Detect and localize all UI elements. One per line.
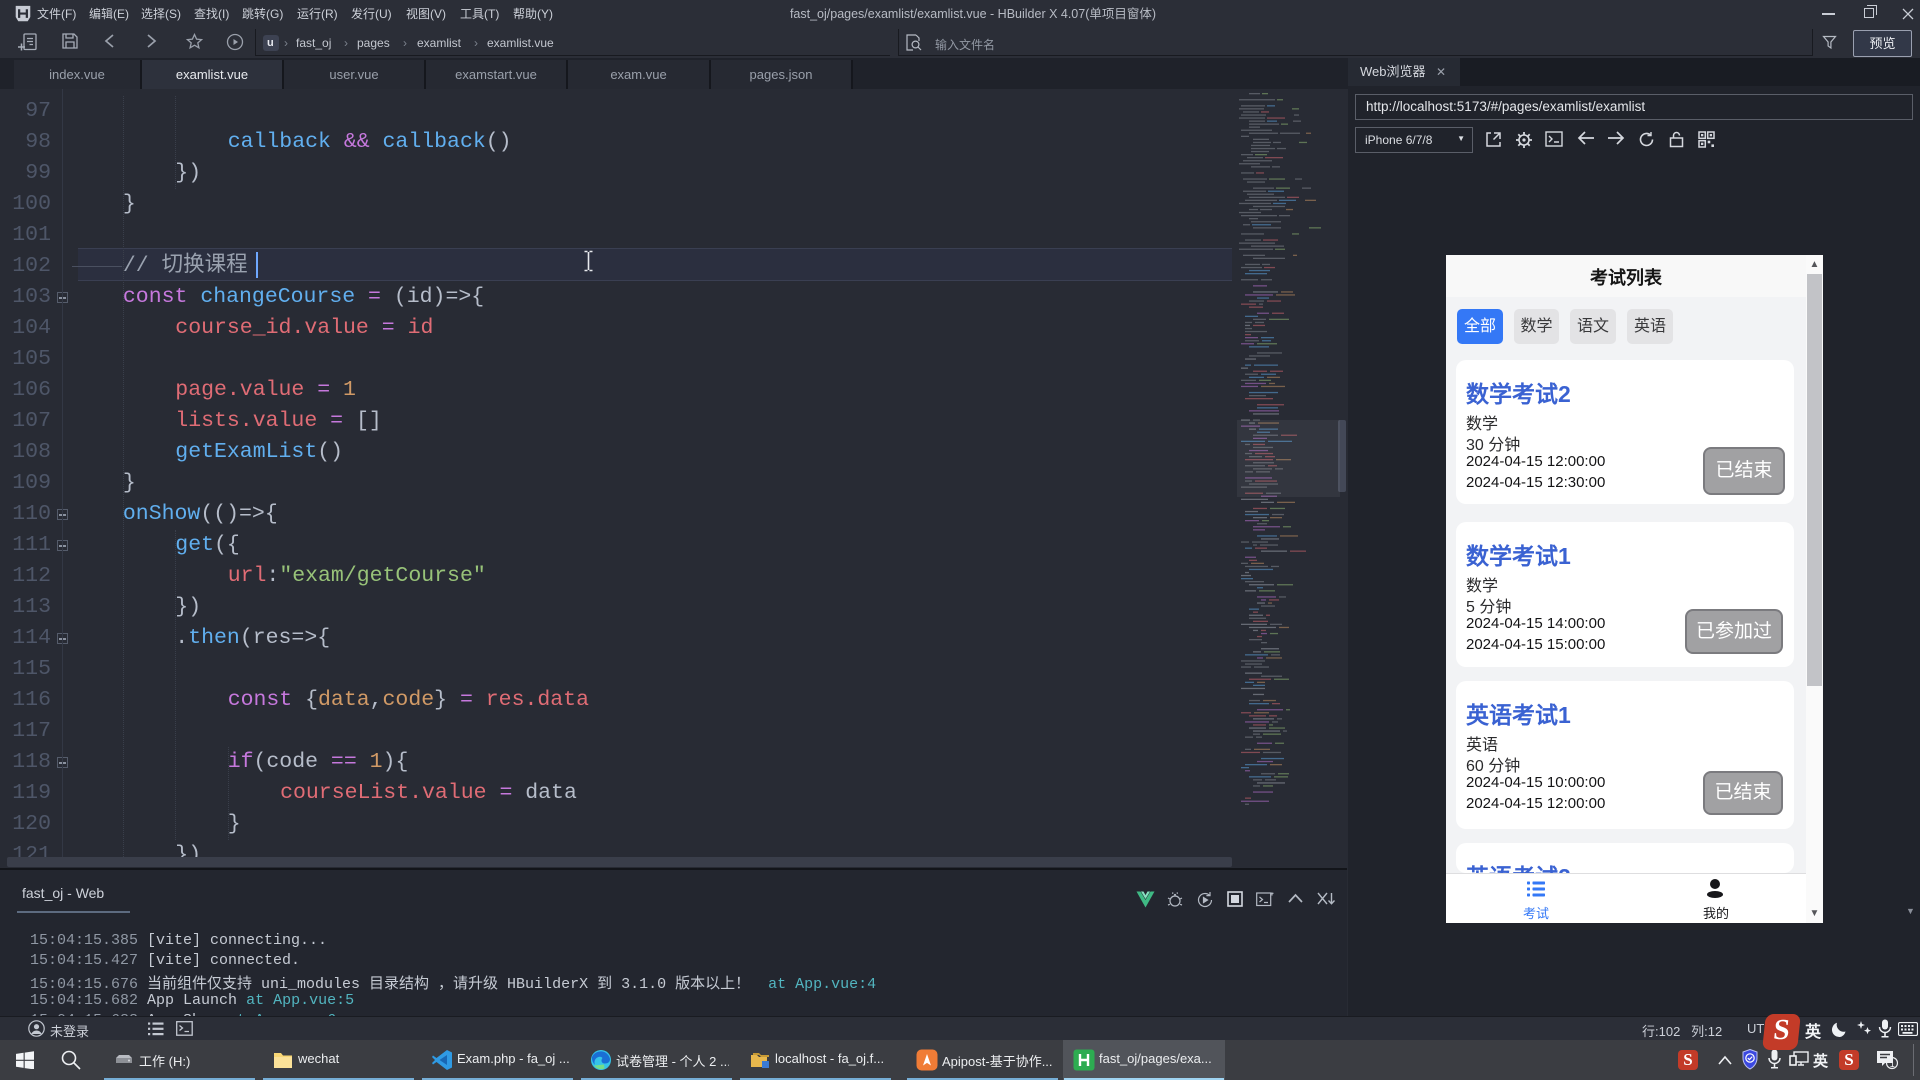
svg-text:1: 1 — [1890, 1059, 1895, 1069]
